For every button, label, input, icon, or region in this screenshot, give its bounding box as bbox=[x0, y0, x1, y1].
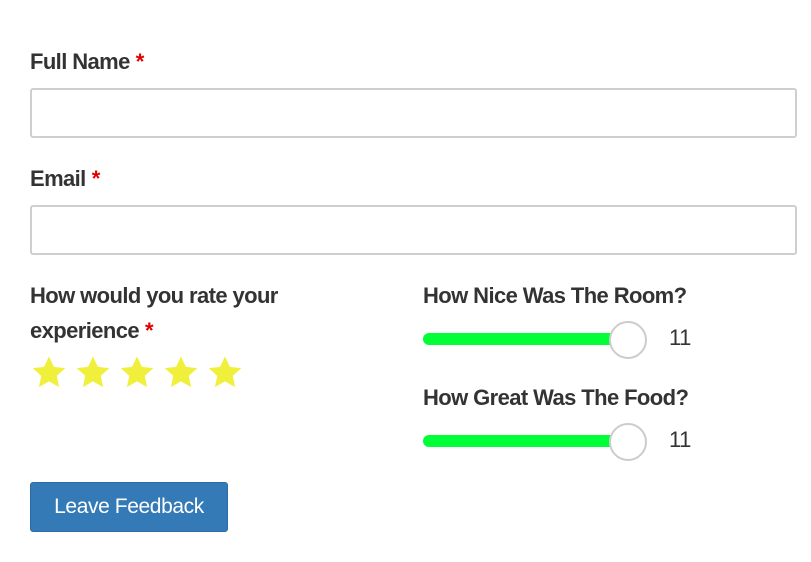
slider-track-fill bbox=[423, 435, 617, 447]
star-icon[interactable] bbox=[118, 354, 156, 392]
star-icon[interactable] bbox=[30, 354, 68, 392]
slider-track-fill bbox=[423, 333, 617, 345]
star-icon[interactable] bbox=[74, 354, 112, 392]
food-slider[interactable] bbox=[423, 423, 647, 461]
leave-feedback-button[interactable]: Leave Feedback bbox=[30, 482, 228, 532]
room-slider-label: How Nice Was The Room? bbox=[423, 283, 687, 308]
star-icon[interactable] bbox=[162, 354, 200, 392]
required-asterisk: * bbox=[144, 318, 154, 343]
food-slider-label: How Great Was The Food? bbox=[423, 385, 689, 410]
slider-thumb[interactable] bbox=[609, 321, 647, 359]
room-slider[interactable] bbox=[423, 321, 647, 359]
room-slider-value: 11 bbox=[669, 325, 691, 350]
food-slider-value: 11 bbox=[669, 427, 691, 452]
star-icon[interactable] bbox=[206, 354, 244, 392]
star-rating[interactable] bbox=[30, 354, 244, 392]
required-asterisk: * bbox=[135, 49, 145, 74]
email-label: Email * bbox=[30, 166, 101, 191]
full-name-label: Full Name * bbox=[30, 49, 145, 74]
slider-thumb[interactable] bbox=[609, 423, 647, 461]
full-name-input[interactable] bbox=[30, 88, 797, 138]
required-asterisk: * bbox=[91, 166, 101, 191]
rating-label: How would you rate your experience * bbox=[30, 283, 278, 343]
email-input[interactable] bbox=[30, 205, 797, 255]
